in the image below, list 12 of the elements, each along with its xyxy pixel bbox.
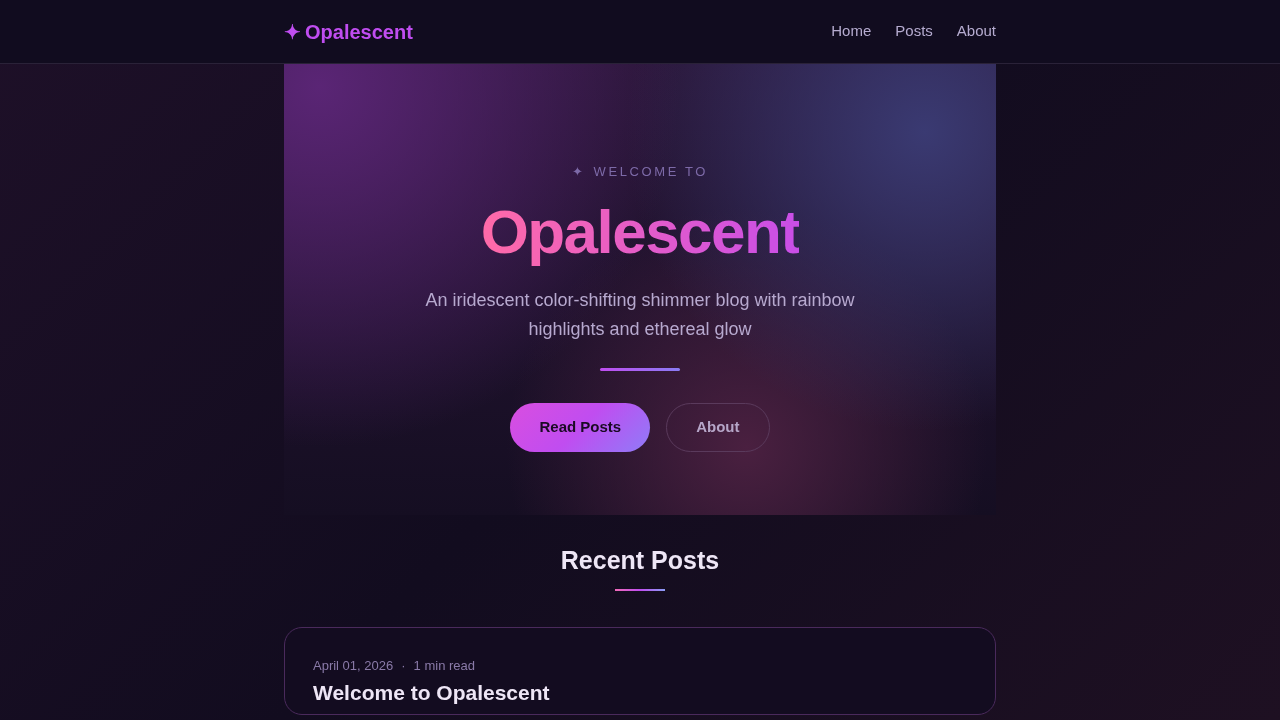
nav-link[interactable]: Posts [895,20,933,43]
nav-link[interactable]: Home [831,20,872,43]
read-time: 1 min read [413,657,475,675]
logo-link[interactable]: ✦ Opalescent [284,16,413,47]
eyebrow-label: ✦ WELCOME TO [572,163,708,181]
nav-link[interactable]: About [956,20,996,43]
section-heading: Recent Posts [560,545,720,576]
post-title[interactable]: Welcome to Opalescent [313,679,967,706]
hero-subtitle: An iridescent color-shifting shimmer blog with rainbow highlights and ethereal glow [424,288,856,341]
separator-dot: · [401,657,406,675]
read-posts-button[interactable]: Read Posts [510,402,651,452]
post-date: April 01, 2026 [313,657,394,675]
